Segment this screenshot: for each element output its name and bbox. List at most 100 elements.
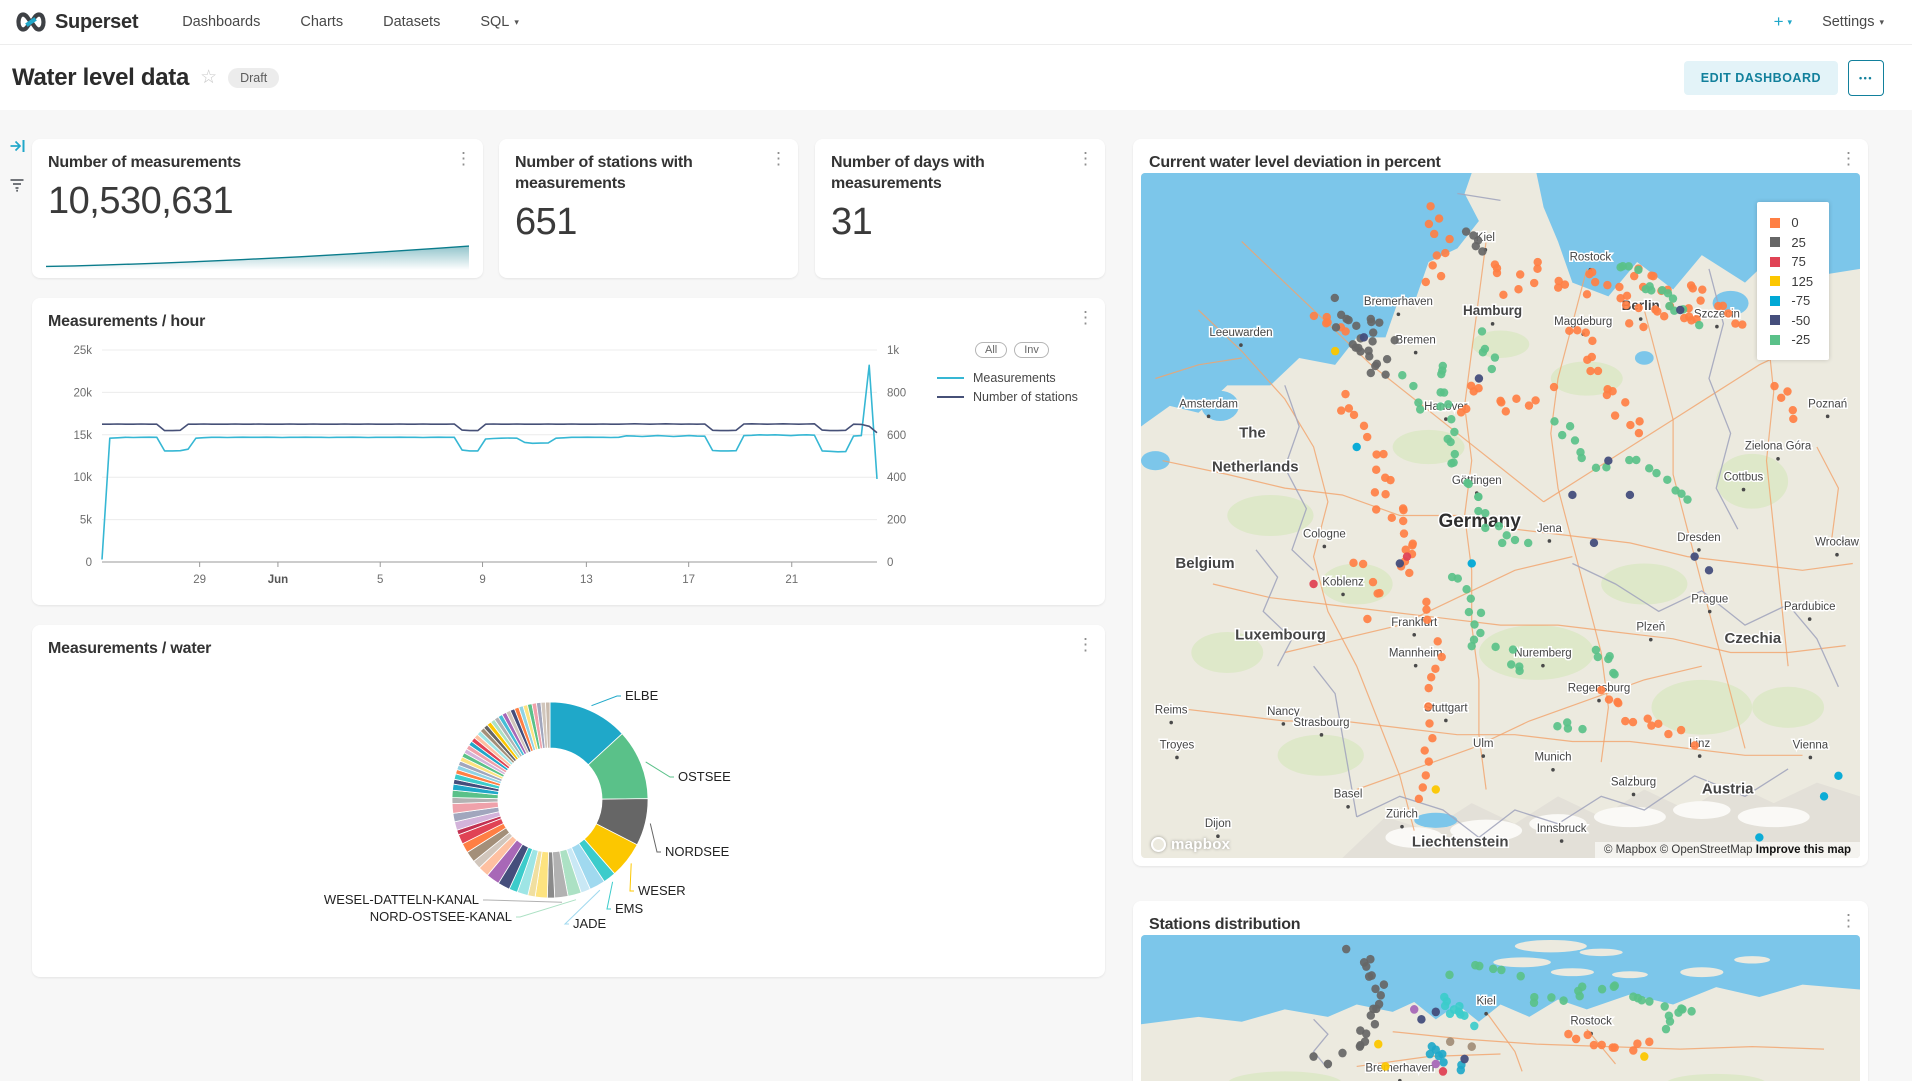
- mapbox-logo[interactable]: mapbox: [1151, 836, 1230, 853]
- legend-item-number-of-stations[interactable]: Number of stations: [937, 387, 1089, 406]
- favorite-star-icon[interactable]: ☆: [200, 66, 217, 89]
- settings-menu[interactable]: Settings ▾: [1822, 14, 1884, 30]
- top-navbar: Superset Dashboards Charts Datasets SQL …: [0, 0, 1912, 45]
- svg-text:NORDSEE: NORDSEE: [665, 844, 730, 859]
- deviation-map-canvas[interactable]: LeeuwardenAmsterdamTheNetherlandsBelgium…: [1141, 173, 1860, 858]
- svg-text:Rostock: Rostock: [1570, 252, 1612, 264]
- nav-charts[interactable]: Charts: [300, 14, 343, 30]
- svg-text:0: 0: [887, 557, 893, 569]
- svg-text:Luxembourg: Luxembourg: [1235, 626, 1326, 643]
- water-donut-chart[interactable]: ELBEOSTSEENORDSEEWESEREMSJADENORD-OSTSEE…: [32, 661, 1073, 961]
- chart-title: Number of measurements: [48, 152, 241, 173]
- more-options-icon[interactable]: ⋮: [455, 152, 471, 166]
- status-badge: Draft: [228, 68, 279, 88]
- map-legend-item[interactable]: 0: [1770, 213, 1813, 233]
- svg-text:Zielona Góra: Zielona Góra: [1745, 441, 1812, 453]
- svg-text:NORD-OSTSEE-KANAL: NORD-OSTSEE-KANAL: [370, 909, 512, 924]
- svg-text:29: 29: [193, 574, 206, 586]
- legend-swatch: [1770, 315, 1780, 325]
- nav-dashboards[interactable]: Dashboards: [182, 14, 260, 30]
- map-legend-item[interactable]: 125: [1770, 271, 1813, 291]
- map-legend-item[interactable]: -25: [1770, 330, 1813, 350]
- nav-sql[interactable]: SQL ▾: [480, 14, 519, 30]
- svg-text:ELBE: ELBE: [625, 688, 659, 703]
- chart-card-measurements-hour: Measurements / hour ⋮ 05k10k15k20k25k020…: [32, 298, 1105, 605]
- big-number-value: 31: [815, 194, 1105, 244]
- edit-dashboard-button[interactable]: EDIT DASHBOARD: [1684, 61, 1838, 95]
- legend-swatch: [1770, 276, 1780, 286]
- chevron-down-icon: ▾: [1879, 17, 1884, 28]
- chart-title: Stations distribution: [1149, 914, 1300, 935]
- more-options-icon[interactable]: ⋮: [1077, 311, 1093, 325]
- stations-map[interactable]: Kiel Rostock Bremerhaven: [1141, 935, 1860, 1081]
- svg-text:25k: 25k: [73, 345, 92, 357]
- svg-text:Salzburg: Salzburg: [1611, 776, 1656, 788]
- improve-map-link[interactable]: Improve this map: [1756, 844, 1851, 856]
- svg-text:Kiel: Kiel: [1477, 994, 1496, 1007]
- svg-text:Wrocław: Wrocław: [1815, 537, 1859, 549]
- new-item-button[interactable]: + ▾: [1774, 12, 1792, 32]
- chart-title: Number of days with measurements: [831, 152, 1049, 194]
- chart-title: Number of stations with measurements: [515, 152, 733, 194]
- svg-text:Bremerhaven: Bremerhaven: [1364, 296, 1433, 308]
- mapbox-wordmark: mapbox: [1171, 836, 1230, 853]
- more-options-icon[interactable]: ⋮: [1840, 914, 1856, 928]
- filter-icon: [9, 177, 25, 197]
- legend-inv-button[interactable]: Inv: [1014, 342, 1049, 358]
- expand-filter-bar-icon[interactable]: [9, 138, 26, 159]
- svg-text:Munich: Munich: [1534, 752, 1571, 764]
- svg-text:Ulm: Ulm: [1473, 738, 1493, 750]
- svg-text:Czechia: Czechia: [1725, 630, 1782, 647]
- svg-text:20k: 20k: [73, 388, 92, 400]
- svg-text:9: 9: [479, 574, 485, 586]
- map-attribution: © Mapbox © OpenStreetMap Improve this ma…: [1595, 842, 1860, 858]
- legend-line-swatch: [937, 396, 964, 398]
- svg-text:Cologne: Cologne: [1303, 528, 1346, 540]
- svg-text:Troyes: Troyes: [1160, 739, 1195, 751]
- svg-text:200: 200: [887, 515, 906, 527]
- big-number-value: 10,530,631: [32, 173, 483, 223]
- dashboard-grid: Number of measurements ⋮ 10,530,631 Numb…: [0, 110, 1912, 1081]
- big-number-card-measurements: Number of measurements ⋮ 10,530,631: [32, 139, 483, 278]
- legend-swatch: [1770, 296, 1780, 306]
- map-legend-item[interactable]: 25: [1770, 232, 1813, 252]
- dashboard-more-button[interactable]: •••: [1848, 60, 1884, 96]
- more-options-icon[interactable]: ⋮: [1077, 638, 1093, 652]
- legend-label: 125: [1791, 274, 1813, 289]
- map-legend-item[interactable]: -50: [1770, 310, 1813, 330]
- more-options-icon[interactable]: ⋮: [1077, 152, 1093, 166]
- superset-logo[interactable]: Superset: [14, 11, 138, 34]
- svg-text:Koblenz: Koblenz: [1322, 576, 1364, 588]
- map-legend-item[interactable]: 75: [1770, 252, 1813, 272]
- more-options-icon[interactable]: ⋮: [1840, 152, 1856, 166]
- big-number-value: 651: [499, 194, 798, 244]
- svg-text:Reims: Reims: [1155, 704, 1188, 716]
- legend-all-button[interactable]: All: [975, 342, 1007, 358]
- map-legend-item[interactable]: -75: [1770, 291, 1813, 311]
- svg-text:Poznań: Poznań: [1808, 398, 1847, 410]
- legend-swatch: [1770, 218, 1780, 228]
- svg-text:10k: 10k: [73, 472, 92, 484]
- svg-text:Plzeň: Plzeň: [1636, 622, 1665, 634]
- svg-text:Austria: Austria: [1702, 781, 1754, 798]
- legend-label: 75: [1791, 254, 1805, 269]
- svg-text:5: 5: [377, 574, 383, 586]
- svg-text:Magdeburg: Magdeburg: [1554, 316, 1612, 328]
- svg-text:Dijon: Dijon: [1205, 818, 1231, 830]
- svg-text:Bremerhaven: Bremerhaven: [1365, 1061, 1434, 1074]
- svg-text:13: 13: [580, 574, 593, 586]
- svg-text:Zürich: Zürich: [1386, 809, 1418, 821]
- nav-datasets[interactable]: Datasets: [383, 14, 440, 30]
- more-options-icon[interactable]: ⋮: [770, 152, 786, 166]
- chart-title: Measurements / water: [48, 638, 211, 659]
- svg-text:Rostock: Rostock: [1570, 1014, 1612, 1027]
- stations-map-canvas[interactable]: Kiel Rostock Bremerhaven: [1141, 935, 1860, 1081]
- chart-card-stations-distribution: Stations distribution ⋮ Kiel Rostock Breme…: [1133, 901, 1868, 1081]
- svg-text:EMS: EMS: [615, 901, 644, 916]
- legend-item-measurements[interactable]: Measurements: [937, 368, 1089, 387]
- hourly-line-chart: 05k10k15k20k25k02004006008001k29Jun59131…: [44, 336, 934, 604]
- svg-text:Innsbruck: Innsbruck: [1537, 823, 1587, 835]
- deviation-map[interactable]: LeeuwardenAmsterdamTheNetherlandsBelgium…: [1141, 173, 1860, 858]
- legend-swatch: [1770, 335, 1780, 345]
- svg-text:Göttingen: Göttingen: [1452, 475, 1502, 487]
